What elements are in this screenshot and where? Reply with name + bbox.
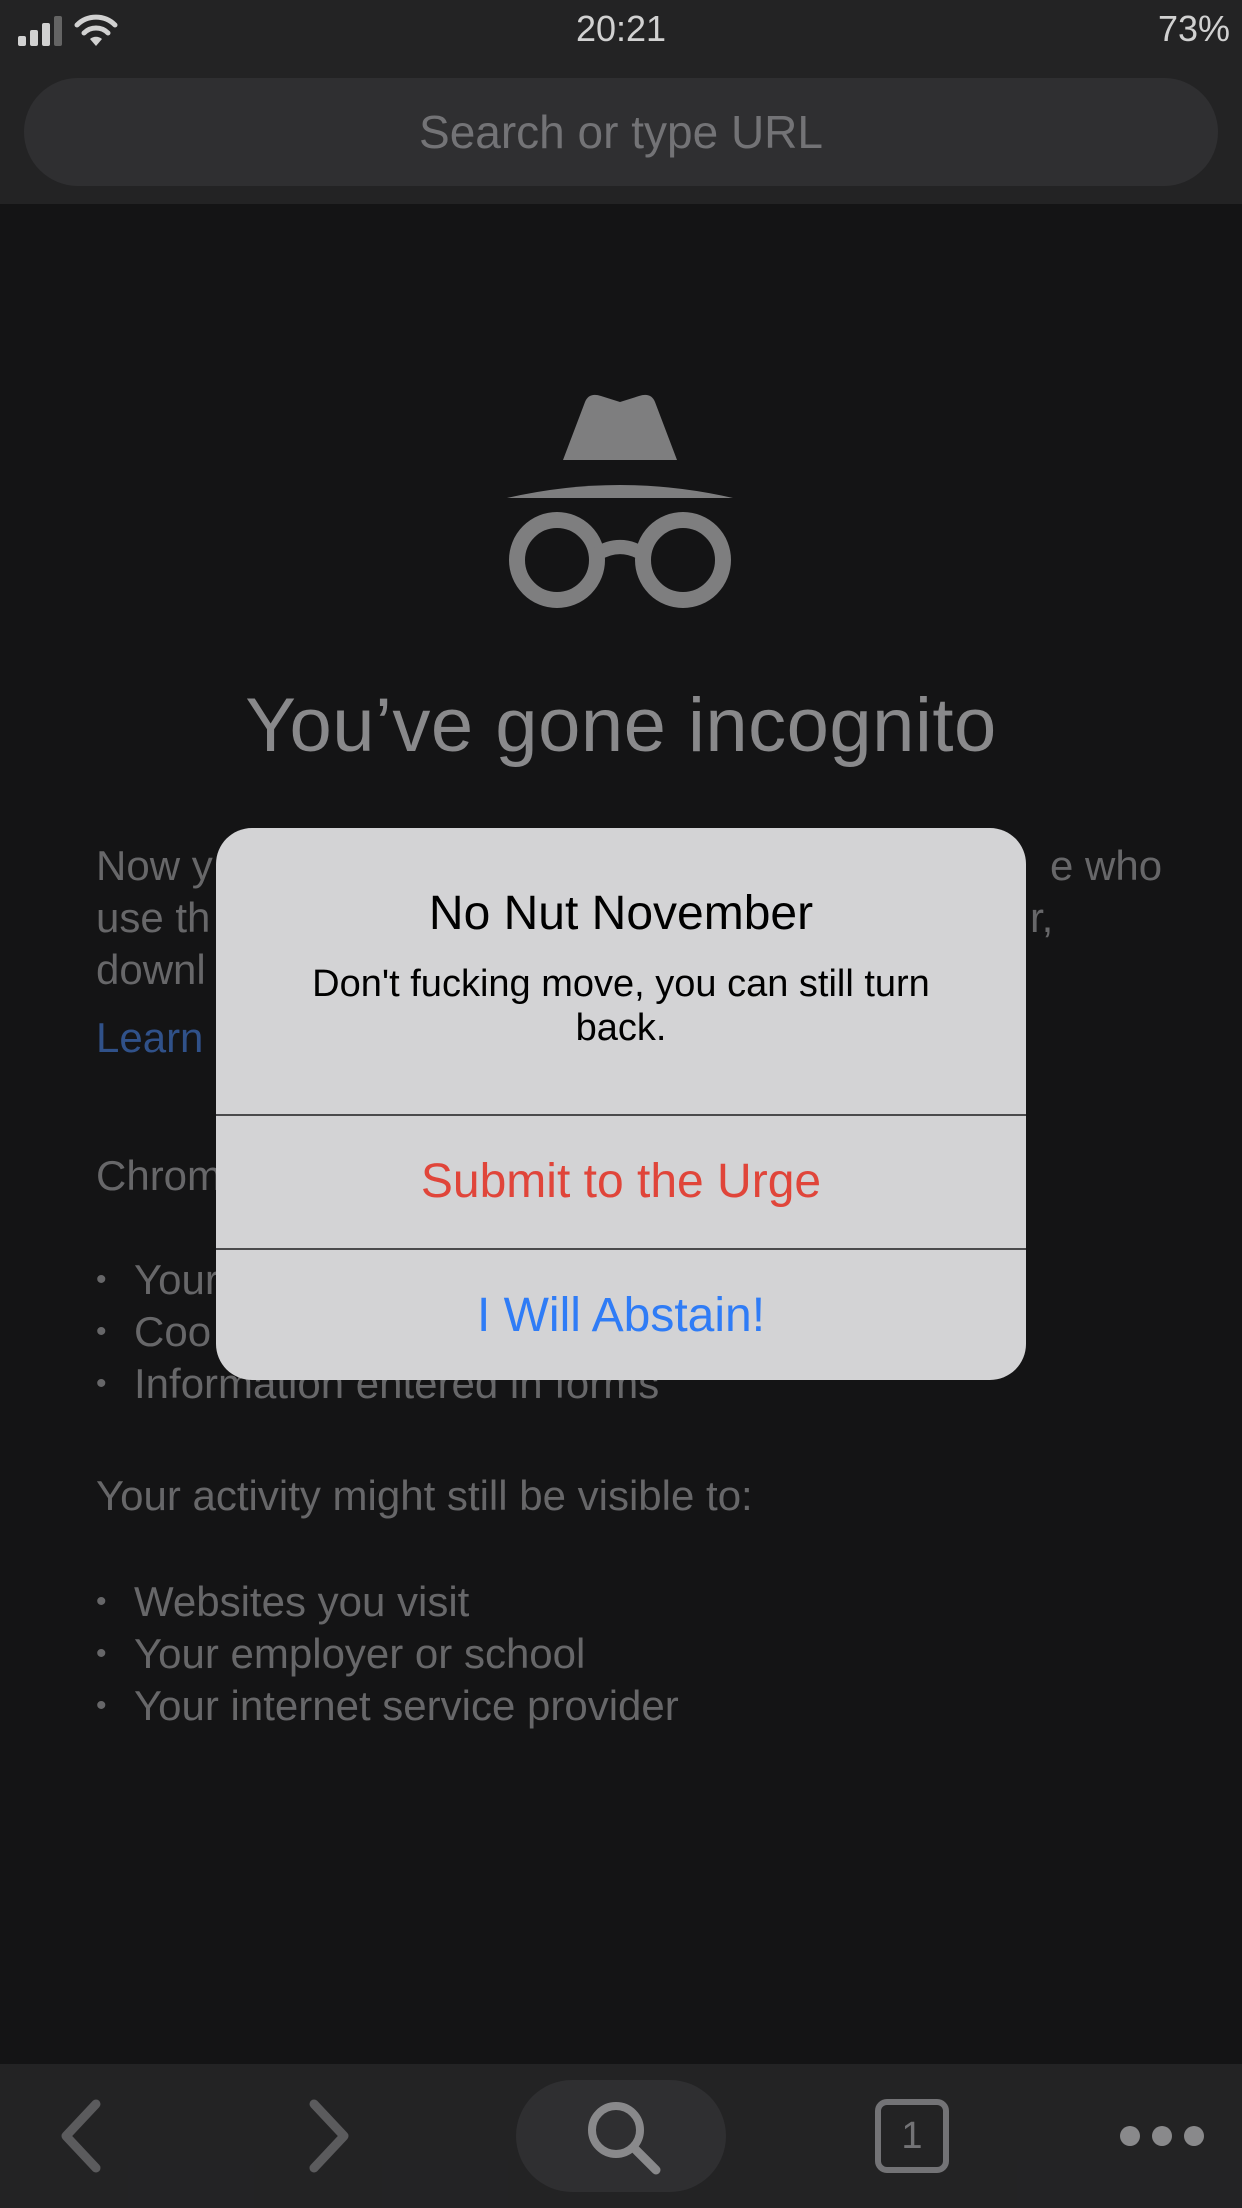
abstain-button[interactable]: I Will Abstain! bbox=[216, 1250, 1026, 1380]
alert-title: No Nut November bbox=[428, 887, 814, 940]
alert-message: Don't fucking move, you can still turn b… bbox=[312, 963, 930, 1049]
submit-to-urge-button[interactable]: Submit to the Urge bbox=[216, 1116, 1026, 1248]
browser-screen: 20:21 73% Search or type URL You’ve gone… bbox=[0, 0, 1242, 2208]
alert-dialog: No Nut November Don't fucking move, you … bbox=[216, 828, 1026, 1380]
